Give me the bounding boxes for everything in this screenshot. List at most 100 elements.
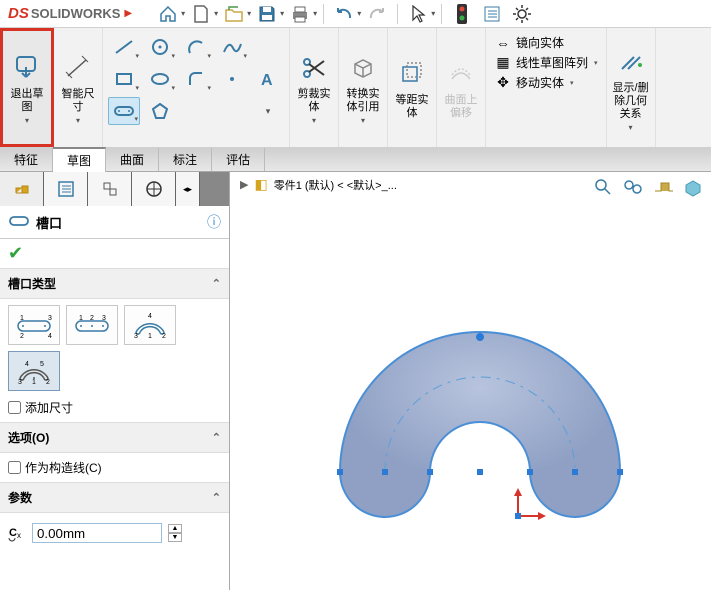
- svg-text:3: 3: [18, 379, 22, 386]
- surface-offset-button[interactable]: 曲面上 偏移: [437, 28, 486, 147]
- svg-text:4: 4: [148, 313, 152, 320]
- move-entities-button[interactable]: ✥ 移动实体 ▾: [494, 74, 598, 91]
- feature-title: 槽口: [36, 213, 62, 232]
- undo-icon[interactable]: [330, 2, 358, 26]
- spline-tool[interactable]: ▾: [216, 33, 248, 61]
- tab-surface[interactable]: 曲面: [106, 148, 159, 171]
- chevron-up-icon[interactable]: ⌃: [212, 491, 221, 504]
- svg-text:2: 2: [46, 379, 50, 386]
- scissors-icon: [296, 50, 332, 86]
- panel-tabs-overflow[interactable]: ◂▸: [176, 172, 200, 206]
- trim-entities-button[interactable]: 剪裁实 体 ▾: [290, 28, 339, 147]
- fillet-tool[interactable]: ▾: [180, 65, 212, 93]
- panel-tab-property[interactable]: [44, 172, 88, 206]
- svg-text:2: 2: [162, 333, 166, 340]
- surface-offset-icon: [443, 56, 479, 92]
- zoom-area-icon[interactable]: [621, 176, 645, 198]
- select-icon[interactable]: [404, 2, 432, 26]
- svg-text:1: 1: [20, 315, 24, 322]
- svg-text:3: 3: [102, 315, 106, 322]
- slot-type-3pt-arc[interactable]: 3 4 2 1: [124, 305, 176, 345]
- tab-features[interactable]: 特征: [0, 148, 53, 171]
- add-dimension-label: 添加尺寸: [25, 399, 73, 416]
- sketch-row-caret[interactable]: ▾: [252, 97, 284, 125]
- move-icon: ✥: [494, 74, 512, 91]
- chevron-up-icon[interactable]: ⌃: [212, 431, 221, 444]
- chevron-up-icon[interactable]: ⌃: [212, 277, 221, 290]
- panel-tab-config[interactable]: [88, 172, 132, 206]
- section-options-label: 选项(O): [8, 429, 49, 446]
- svg-text:3: 3: [48, 315, 52, 322]
- mirror-icon: ⇔: [494, 35, 512, 51]
- convert-entities-button[interactable]: 转换实 体引用 ▾: [339, 28, 388, 147]
- document-crumb[interactable]: 零件1 (默认) < <默认>_...: [274, 177, 397, 193]
- slot-type-center-arc[interactable]: 34521: [8, 351, 60, 391]
- slot-type-center-straight[interactable]: 123: [66, 305, 118, 345]
- section-params-label: 参数: [8, 489, 32, 506]
- svg-text:1: 1: [79, 315, 83, 322]
- ellipse-tool[interactable]: ▾: [144, 65, 176, 93]
- spin-down-button[interactable]: ▼: [168, 533, 182, 542]
- polygon-tool[interactable]: [144, 97, 176, 125]
- text-tool[interactable]: A: [252, 65, 284, 93]
- svg-text:3: 3: [134, 333, 138, 340]
- cube-convert-icon: [345, 50, 381, 86]
- new-icon[interactable]: [187, 2, 215, 26]
- arc-tool[interactable]: ▾: [180, 33, 212, 61]
- param-value-input[interactable]: [32, 523, 162, 543]
- exit-sketch-button[interactable]: 退出草 图 ▾: [0, 28, 54, 147]
- part-cube-icon: ◧: [254, 176, 267, 193]
- panel-tab-feature-tree[interactable]: [0, 172, 44, 206]
- tab-sketch[interactable]: 草图: [53, 147, 106, 172]
- relations-icon: [613, 44, 649, 80]
- svg-text:1: 1: [32, 379, 36, 386]
- svg-text:1: 1: [148, 333, 152, 340]
- spin-up-button[interactable]: ▲: [168, 524, 182, 533]
- open-icon[interactable]: [220, 2, 248, 26]
- section-view-icon[interactable]: [651, 176, 675, 198]
- pattern-icon: ▦: [494, 54, 512, 71]
- add-dimension-checkbox[interactable]: [8, 401, 21, 414]
- tab-annotate[interactable]: 标注: [159, 148, 212, 171]
- zoom-fit-icon[interactable]: [591, 176, 615, 198]
- offset-icon: [394, 56, 430, 92]
- slot-type-straight[interactable]: 1324: [8, 305, 60, 345]
- circle-tool[interactable]: ▾: [144, 33, 176, 61]
- svg-text:x: x: [17, 531, 21, 540]
- slot-feature-icon: [8, 214, 30, 231]
- accept-checkmark[interactable]: ✔: [8, 243, 23, 263]
- svg-text:4: 4: [25, 361, 29, 368]
- help-icon[interactable]: ⓘ: [207, 212, 221, 232]
- for-construction-checkbox[interactable]: [8, 461, 21, 474]
- svg-text:C: C: [9, 527, 17, 539]
- options-gear-icon[interactable]: [508, 2, 536, 26]
- section-slot-type-label: 槽口类型: [8, 275, 56, 292]
- linear-pattern-button[interactable]: ▦ 线性草图阵列 ▾: [494, 54, 598, 71]
- point-tool[interactable]: [216, 65, 248, 93]
- offset-entities-button[interactable]: 等距实 体: [388, 28, 437, 147]
- origin-axes-icon: [512, 486, 552, 529]
- mirror-entities-button[interactable]: ⇔ 镜向实体: [494, 34, 598, 51]
- traffic-icon[interactable]: [448, 2, 476, 26]
- smart-dimension-button[interactable]: 智能尺 寸 ▾: [54, 28, 103, 147]
- crumb-back-arrow[interactable]: ▶: [240, 178, 248, 191]
- brand-logo: DS: [8, 5, 29, 22]
- line-tool[interactable]: ▾: [108, 33, 140, 61]
- exit-sketch-icon: [9, 50, 45, 86]
- panel-tab-dim[interactable]: [132, 172, 176, 206]
- print-icon[interactable]: [286, 2, 314, 26]
- brand-menu-arrow[interactable]: ▶: [124, 8, 132, 19]
- rectangle-tool[interactable]: ▾: [108, 65, 140, 93]
- slot-tool[interactable]: ▾: [108, 97, 140, 125]
- save-icon[interactable]: [253, 2, 281, 26]
- tab-evaluate[interactable]: 评估: [212, 148, 265, 171]
- redo-icon[interactable]: [363, 2, 391, 26]
- list-icon[interactable]: [478, 2, 506, 26]
- display-relations-button[interactable]: 显示/删 除几何 关系 ▾: [607, 28, 656, 147]
- view-orientation-icon[interactable]: [681, 176, 705, 198]
- svg-text:4: 4: [48, 333, 52, 340]
- for-construction-label: 作为构造线(C): [25, 459, 102, 476]
- sketch-tools-grid: ▾ ▾ ▾ ▾ ▾ ▾ ▾ A ▾ ▾: [103, 28, 289, 130]
- sketch-shape: [280, 252, 680, 535]
- home-icon[interactable]: [154, 2, 182, 26]
